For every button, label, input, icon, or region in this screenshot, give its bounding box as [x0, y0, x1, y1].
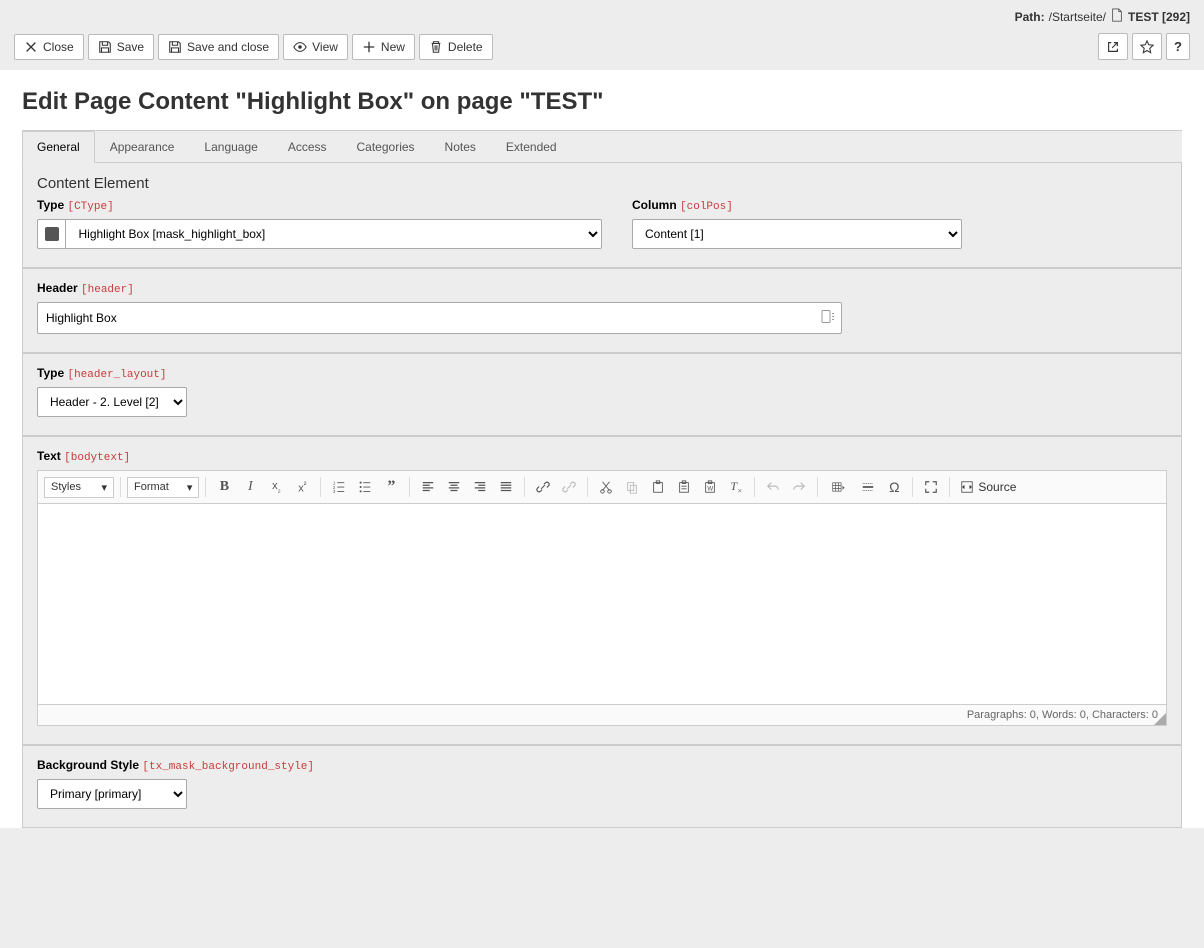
tab-notes[interactable]: Notes — [430, 131, 491, 162]
header-label: Header [header] — [37, 281, 1167, 296]
subscript-icon[interactable]: x₂ — [264, 475, 288, 499]
tab-general[interactable]: General — [22, 131, 95, 163]
ctype-label: Type [CType] — [37, 198, 602, 213]
align-left-icon[interactable] — [416, 475, 440, 499]
paste-icon[interactable] — [646, 475, 670, 499]
open-new-window-button[interactable] — [1098, 33, 1128, 60]
breadcrumb-bar: Path: /Startseite/ TEST [292] — [0, 0, 1204, 29]
rte-textarea[interactable] — [38, 504, 1166, 704]
horizontal-rule-icon[interactable] — [856, 475, 880, 499]
colpos-select[interactable]: Content [1] — [632, 219, 962, 249]
new-button[interactable]: New — [352, 34, 415, 60]
source-button[interactable]: Source — [956, 480, 1020, 494]
path-link[interactable]: /Startseite/ — [1049, 10, 1106, 24]
help-button[interactable]: ? — [1166, 33, 1190, 60]
tab-language[interactable]: Language — [189, 131, 272, 162]
chevron-down-icon: ▾ — [187, 481, 193, 494]
bg-style-label: Background Style [tx_mask_background_sty… — [37, 758, 1167, 773]
tab-appearance[interactable]: Appearance — [95, 131, 190, 162]
italic-icon[interactable]: I — [238, 475, 262, 499]
tab-bar: General Appearance Language Access Categ… — [22, 130, 1182, 163]
colpos-label: Column [colPos] — [632, 198, 962, 213]
page-icon — [1110, 8, 1124, 25]
input-hint-icon — [820, 309, 836, 328]
save-close-button[interactable]: Save and close — [158, 34, 279, 60]
bodytext-label: Text [bodytext] — [37, 449, 1167, 464]
redo-icon[interactable] — [787, 475, 811, 499]
bold-icon[interactable]: B — [212, 475, 236, 499]
svg-text:W: W — [708, 486, 714, 493]
copy-icon[interactable] — [620, 475, 644, 499]
tab-categories[interactable]: Categories — [342, 131, 430, 162]
bg-style-select[interactable]: Primary [primary] — [37, 779, 187, 809]
paste-word-icon[interactable]: W — [698, 475, 722, 499]
align-justify-icon[interactable] — [494, 475, 518, 499]
align-right-icon[interactable] — [468, 475, 492, 499]
align-center-icon[interactable] — [442, 475, 466, 499]
undo-icon[interactable] — [761, 475, 785, 499]
resize-handle-icon[interactable] — [1154, 713, 1166, 725]
table-icon[interactable] — [824, 475, 854, 499]
close-button[interactable]: Close — [14, 34, 84, 60]
page-name: TEST [292] — [1128, 10, 1190, 24]
delete-button[interactable]: Delete — [419, 34, 493, 60]
blockquote-icon[interactable]: ” — [379, 475, 403, 499]
header-layout-select[interactable]: Header - 2. Level [2] — [37, 387, 187, 417]
remove-format-icon[interactable]: T× — [724, 475, 748, 499]
tab-extended[interactable]: Extended — [491, 131, 572, 162]
tab-access[interactable]: Access — [273, 131, 342, 162]
ctype-select[interactable]: Highlight Box [mask_highlight_box] — [65, 219, 602, 249]
section-title-content-element: Content Element — [37, 175, 1167, 192]
header-input[interactable] — [37, 302, 842, 334]
path-label: Path: — [1015, 10, 1045, 24]
ordered-list-icon[interactable]: 123 — [327, 475, 351, 499]
view-button[interactable]: View — [283, 34, 348, 60]
cut-icon[interactable] — [594, 475, 618, 499]
rte-format-combo[interactable]: Format▾ — [127, 477, 199, 498]
paste-text-icon[interactable] — [672, 475, 696, 499]
superscript-icon[interactable]: x² — [290, 475, 314, 499]
rte-toolbar: Styles▾ Format▾ B I x₂ x² 123 ” — [38, 471, 1166, 504]
action-toolbar: Close Save Save and close View New Delet… — [0, 29, 1204, 70]
page-title: Edit Page Content "Highlight Box" on pag… — [0, 70, 1204, 130]
unordered-list-icon[interactable] — [353, 475, 377, 499]
special-char-icon[interactable]: Ω — [882, 475, 906, 499]
bookmark-button[interactable] — [1132, 33, 1162, 60]
header-layout-label: Type [header_layout] — [37, 366, 1167, 381]
rte-editor: Styles▾ Format▾ B I x₂ x² 123 ” — [37, 470, 1167, 726]
maximize-icon[interactable] — [919, 475, 943, 499]
link-icon[interactable] — [531, 475, 555, 499]
rte-styles-combo[interactable]: Styles▾ — [44, 477, 114, 498]
chevron-down-icon: ▾ — [101, 481, 107, 494]
save-button[interactable]: Save — [88, 34, 154, 60]
unlink-icon[interactable] — [557, 475, 581, 499]
ctype-icon — [37, 219, 65, 249]
svg-text:3: 3 — [333, 489, 336, 494]
rte-status: Paragraphs: 0, Words: 0, Characters: 0 — [38, 704, 1166, 725]
